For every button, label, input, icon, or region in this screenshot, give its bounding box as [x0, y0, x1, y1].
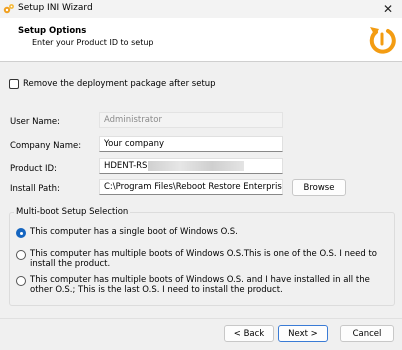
company-name-label: Company Name: [10, 141, 82, 151]
close-button[interactable]: ✕ [374, 0, 402, 18]
multiboot-option-single[interactable]: This computer has a single boot of Windo… [16, 227, 380, 238]
remove-package-label: Remove the deployment package after setu… [23, 79, 216, 89]
cancel-button[interactable]: Cancel [340, 325, 394, 342]
page-subtitle: Enter your Product ID to setup [32, 38, 154, 47]
cancel-button-label: Cancel [352, 328, 382, 339]
product-id-label: Product ID: [10, 164, 57, 174]
wizard-header: Setup Options Enter your Product ID to s… [0, 18, 402, 62]
remove-package-checkbox-row[interactable]: Remove the deployment package after setu… [9, 79, 216, 89]
install-path-value: C:\Program Files\Reboot Restore Enterpri… [104, 182, 283, 192]
multiboot-option-label: This computer has a single boot of Windo… [30, 227, 238, 237]
back-button-label: < Back [233, 328, 265, 339]
multiboot-option-multiple[interactable]: This computer has multiple boots of Wind… [16, 249, 380, 269]
user-name-label: User Name: [10, 117, 61, 127]
radio-last-os[interactable] [16, 276, 26, 286]
back-button[interactable]: < Back [224, 325, 274, 342]
next-button[interactable]: Next > [278, 325, 328, 342]
multiboot-option-last[interactable]: This computer has multiple boots of Wind… [16, 275, 380, 295]
browse-button[interactable]: Browse [292, 179, 346, 196]
next-button-label: Next > [288, 328, 318, 339]
page-title: Setup Options [18, 26, 87, 36]
power-refresh-icon [369, 27, 396, 54]
remove-package-checkbox[interactable] [9, 79, 19, 89]
user-name-value: Administrator [104, 115, 162, 125]
window-title: Setup INI Wizard [18, 3, 93, 13]
title-bar: Setup INI Wizard ✕ [0, 0, 402, 18]
multiboot-option-label: This computer has multiple boots of Wind… [30, 275, 370, 295]
install-path-label: Install Path: [10, 184, 60, 194]
radio-multiple-boot[interactable] [16, 250, 26, 260]
install-path-field[interactable]: C:\Program Files\Reboot Restore Enterpri… [99, 179, 283, 195]
redacted-block [148, 161, 245, 171]
app-gear-icon [3, 4, 14, 14]
multiboot-group-title: Multi-boot Setup Selection [14, 207, 131, 217]
radio-single-boot[interactable] [16, 228, 26, 238]
multiboot-option-label: This computer has multiple boots of Wind… [30, 249, 378, 269]
product-id-field[interactable]: HDENT-RS [99, 158, 283, 174]
footer-divider [0, 318, 402, 319]
company-name-field[interactable]: Your company [99, 136, 283, 152]
company-name-value: Your company [104, 139, 165, 149]
user-name-field: Administrator [99, 112, 283, 128]
product-id-value: HDENT-RS [104, 161, 148, 171]
